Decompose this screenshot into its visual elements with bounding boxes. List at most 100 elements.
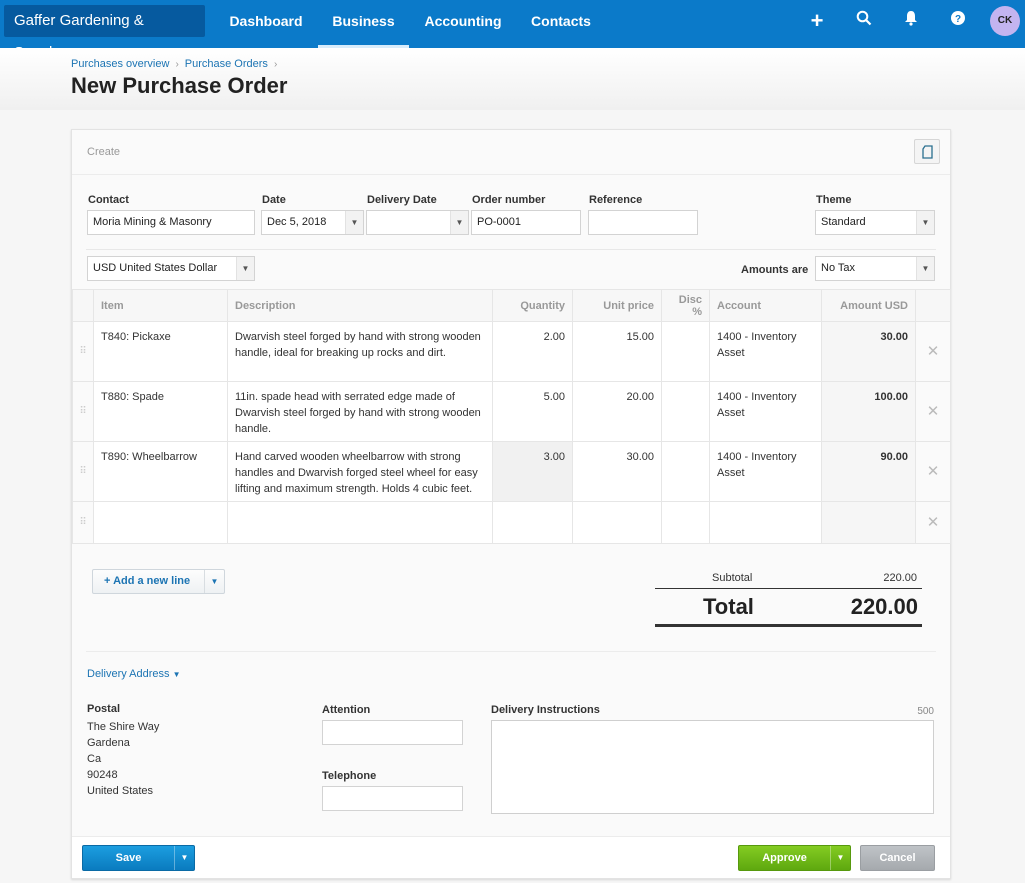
reference-input[interactable] xyxy=(588,210,698,235)
account-cell[interactable]: 1400 - Inventory Asset xyxy=(709,321,822,382)
cancel-button[interactable]: Cancel xyxy=(860,845,935,871)
date-picker-arrow-icon[interactable]: ▼ xyxy=(345,211,363,234)
order-number-input[interactable]: PO-0001 xyxy=(471,210,581,235)
column-header-account: Account xyxy=(709,289,822,322)
nav-tab-dashboard[interactable]: Dashboard xyxy=(218,0,314,48)
purchase-order-form: Create Contact Moria Mining & Masonry Da… xyxy=(71,129,951,879)
description-cell[interactable]: Dwarvish steel forged by hand with stron… xyxy=(227,321,493,382)
theme-select[interactable]: Standard ▼ xyxy=(815,210,935,235)
item-cell[interactable]: T880: Spade xyxy=(93,381,228,442)
help-icon[interactable]: ? xyxy=(947,10,969,32)
item-cell[interactable] xyxy=(93,501,228,544)
delete-row-icon[interactable]: ✕ xyxy=(915,321,951,382)
discount-cell[interactable] xyxy=(661,321,710,382)
amounts-are-value: No Tax xyxy=(821,262,856,274)
unit-price-cell[interactable] xyxy=(572,501,662,544)
breadcrumb-purchase-orders[interactable]: Purchase Orders xyxy=(185,58,268,70)
character-limit: 500 xyxy=(917,706,934,717)
amounts-are-select[interactable]: No Tax ▼ xyxy=(815,256,935,281)
address-line: Ca xyxy=(87,753,102,765)
document-options-button[interactable] xyxy=(914,139,940,164)
user-avatar[interactable]: CK xyxy=(990,6,1020,36)
amount-cell xyxy=(821,501,916,544)
delete-column-header xyxy=(915,289,951,322)
drag-handle-icon[interactable]: ⠿ xyxy=(72,501,94,544)
approve-button[interactable]: Approve ▼ xyxy=(738,845,851,871)
quantity-cell[interactable]: 5.00 xyxy=(492,381,573,442)
amounts-are-label: Amounts are xyxy=(741,264,809,276)
delivery-date-label: Delivery Date xyxy=(367,194,437,206)
total-label: Total xyxy=(703,594,754,619)
chevron-down-icon[interactable]: ▼ xyxy=(204,570,224,593)
date-input[interactable]: Dec 5, 2018 ▼ xyxy=(261,210,364,235)
currency-select[interactable]: USD United States Dollar ▼ xyxy=(87,256,255,281)
nav-tab-business[interactable]: Business xyxy=(318,0,409,48)
discount-cell[interactable] xyxy=(661,441,710,502)
drag-handle-icon[interactable]: ⠿ xyxy=(72,441,94,502)
save-button[interactable]: Save ▼ xyxy=(82,845,195,871)
search-icon[interactable] xyxy=(853,10,875,32)
unit-price-cell[interactable]: 30.00 xyxy=(572,441,662,502)
delete-row-icon[interactable]: ✕ xyxy=(915,501,951,544)
discount-cell[interactable] xyxy=(661,381,710,442)
approve-label: Approve xyxy=(762,852,807,864)
discount-cell[interactable] xyxy=(661,501,710,544)
breadcrumb-purchases-overview[interactable]: Purchases overview xyxy=(71,58,169,70)
table-header-row: Item Description Quantity Unit price Dis… xyxy=(72,289,951,322)
bell-icon[interactable] xyxy=(900,10,922,32)
chevron-down-icon: ▼ xyxy=(236,257,254,280)
caret-down-icon: ▼ xyxy=(172,670,181,679)
section-label: Create xyxy=(87,146,121,158)
total-value: 220.00 xyxy=(850,594,918,619)
unit-price-cell[interactable]: 20.00 xyxy=(572,381,662,442)
delivery-address-toggle[interactable]: Delivery Address ▼ xyxy=(87,668,181,680)
currency-value: USD United States Dollar xyxy=(93,262,218,274)
delete-row-icon[interactable]: ✕ xyxy=(915,381,951,442)
telephone-input[interactable] xyxy=(322,786,463,811)
column-header-quantity: Quantity xyxy=(492,289,573,322)
attention-input[interactable] xyxy=(322,720,463,745)
item-cell[interactable]: T890: Wheelbarrow xyxy=(93,441,228,502)
table-row: ⠿ T840: Pickaxe Dwarvish steel forged by… xyxy=(72,321,951,382)
item-cell[interactable]: T840: Pickaxe xyxy=(93,321,228,382)
description-cell[interactable]: Hand carved wooden wheelbarrow with stro… xyxy=(227,441,493,502)
svg-text:?: ? xyxy=(955,14,961,25)
delivery-instructions-textarea[interactable] xyxy=(491,720,934,814)
reference-label: Reference xyxy=(589,194,643,206)
approve-options-chevron-icon[interactable]: ▼ xyxy=(830,846,850,870)
quantity-cell[interactable] xyxy=(492,501,573,544)
page-title: New Purchase Order xyxy=(71,73,288,98)
organisation-switcher[interactable]: Gaffer Gardening & Supply▼ xyxy=(4,5,205,61)
divider xyxy=(655,588,922,589)
subtotal-value: 220.00 xyxy=(883,572,917,584)
delete-row-icon[interactable]: ✕ xyxy=(915,441,951,502)
description-cell[interactable] xyxy=(227,501,493,544)
contact-input[interactable]: Moria Mining & Masonry xyxy=(87,210,255,235)
save-label: Save xyxy=(115,852,142,864)
account-cell[interactable]: 1400 - Inventory Asset xyxy=(709,381,822,442)
address-line: The Shire Way xyxy=(87,721,160,733)
chevron-down-icon: ▼ xyxy=(916,211,934,234)
order-number-label: Order number xyxy=(472,194,546,206)
drag-handle-icon[interactable]: ⠿ xyxy=(72,321,94,382)
nav-tab-contacts[interactable]: Contacts xyxy=(518,0,604,48)
contact-label: Contact xyxy=(88,194,129,206)
column-header-amount: Amount USD xyxy=(821,289,916,322)
delivery-date-picker-arrow-icon[interactable]: ▼ xyxy=(450,211,468,234)
quantity-cell[interactable]: 2.00 xyxy=(492,321,573,382)
account-cell[interactable]: 1400 - Inventory Asset xyxy=(709,441,822,502)
subtotal-label: Subtotal xyxy=(712,572,753,584)
account-cell[interactable] xyxy=(709,501,822,544)
plus-icon[interactable]: + xyxy=(806,10,828,32)
add-new-line-button[interactable]: + Add a new line ▼ xyxy=(92,569,225,594)
postal-label: Postal xyxy=(87,703,121,715)
quantity-cell[interactable]: 3.00 xyxy=(492,441,573,502)
nav-tab-accounting[interactable]: Accounting xyxy=(413,0,513,48)
save-options-chevron-icon[interactable]: ▼ xyxy=(174,846,194,870)
page-header: Purchases overview › Purchase Orders › New … xyxy=(0,48,1025,110)
delivery-date-input[interactable]: ▼ xyxy=(366,210,469,235)
date-label: Date xyxy=(262,194,286,206)
unit-price-cell[interactable]: 15.00 xyxy=(572,321,662,382)
description-cell[interactable]: 11in. spade head with serrated edge made… xyxy=(227,381,493,442)
drag-handle-icon[interactable]: ⠿ xyxy=(72,381,94,442)
